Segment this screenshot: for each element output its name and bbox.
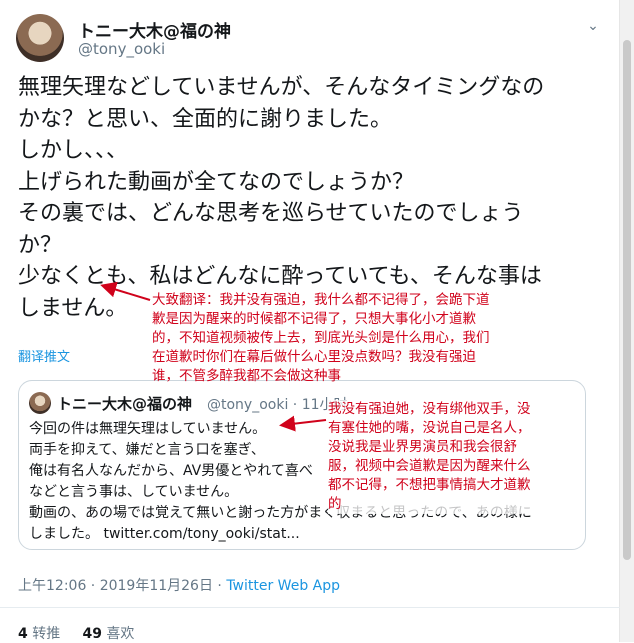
divider (0, 607, 620, 608)
source-link[interactable]: Twitter Web App (226, 578, 340, 594)
like-count[interactable]: 49 (82, 626, 101, 642)
tweet-meta: 上午12:06 · 2019年11月26日 · Twitter Web App (18, 575, 340, 595)
tweet-stats: 4 转推 49 喜欢 (18, 623, 134, 643)
like-label[interactable]: 喜欢 (102, 626, 134, 642)
annotation-arrows (100, 281, 327, 432)
retweet-count[interactable]: 4 (18, 626, 28, 642)
retweet-label[interactable]: 转推 (28, 626, 60, 642)
arrow-to-tweet (100, 281, 151, 301)
timestamp[interactable]: 上午12:06 · 2019年11月26日 · (18, 578, 226, 594)
arrow-to-quote (279, 415, 327, 432)
